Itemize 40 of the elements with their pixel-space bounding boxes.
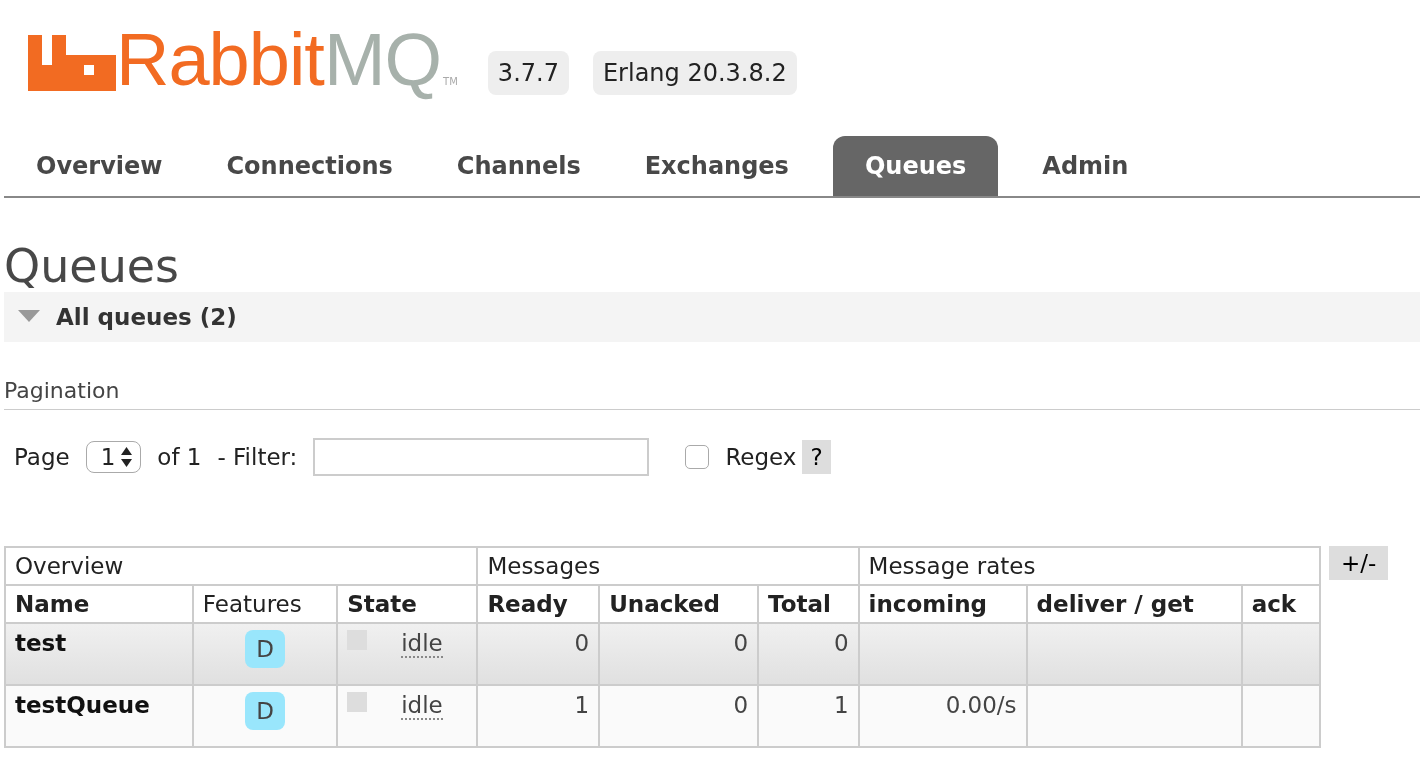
nav-tab[interactable]: Channels [424, 136, 613, 196]
state-square-icon [347, 692, 368, 712]
page-label: Page [14, 444, 70, 470]
column-group-header: Message rates [858, 547, 1320, 585]
nav-tab[interactable]: Overview [4, 136, 195, 196]
nav-tab[interactable]: Queues [832, 136, 999, 196]
page-count: of 1 [157, 444, 202, 470]
nav-tab[interactable]: Admin [1010, 136, 1161, 196]
section-header[interactable]: All queues (2) [4, 292, 1420, 342]
nav-tab[interactable]: Exchanges [612, 136, 821, 196]
rabbit-logo-icon [28, 35, 116, 91]
help-button[interactable]: ? [802, 440, 831, 474]
page-select[interactable]: 1 [85, 441, 142, 473]
version-badge: Erlang 20.3.8.2 [592, 51, 797, 95]
column-group-header: Overview [5, 547, 478, 585]
table-cell: 1 [574, 692, 590, 718]
version-badge: 3.7.7 [487, 51, 569, 95]
table-cell: 1 [833, 692, 849, 718]
nav-tab[interactable]: Connections [194, 136, 425, 196]
state-text: idle [401, 692, 443, 720]
trademark-mark: TM [443, 76, 458, 87]
columns-toggle-button[interactable]: +/- [1329, 546, 1389, 580]
filter-field[interactable] [313, 438, 650, 476]
table-cell: 0.00/s [945, 692, 1017, 718]
table-cell: 0 [733, 630, 749, 656]
state-text: idle [401, 630, 443, 658]
durable-badge: D [245, 692, 285, 730]
queue-name-link[interactable]: test [15, 630, 67, 656]
table-cell: 0 [574, 630, 590, 656]
durable-badge: D [245, 630, 285, 668]
filter-label: - Filter: [217, 444, 298, 470]
regex-label: Regex [725, 444, 797, 470]
table-cell: 0 [833, 630, 849, 656]
triangle-icon [18, 310, 40, 324]
page-title: Queues [4, 240, 181, 292]
updown-icon [121, 447, 133, 467]
column-group-header: Messages [477, 547, 859, 585]
regex-checkbox[interactable] [685, 445, 710, 469]
table-cell: 0 [733, 692, 749, 718]
pagination-heading: Pagination [4, 378, 1420, 410]
